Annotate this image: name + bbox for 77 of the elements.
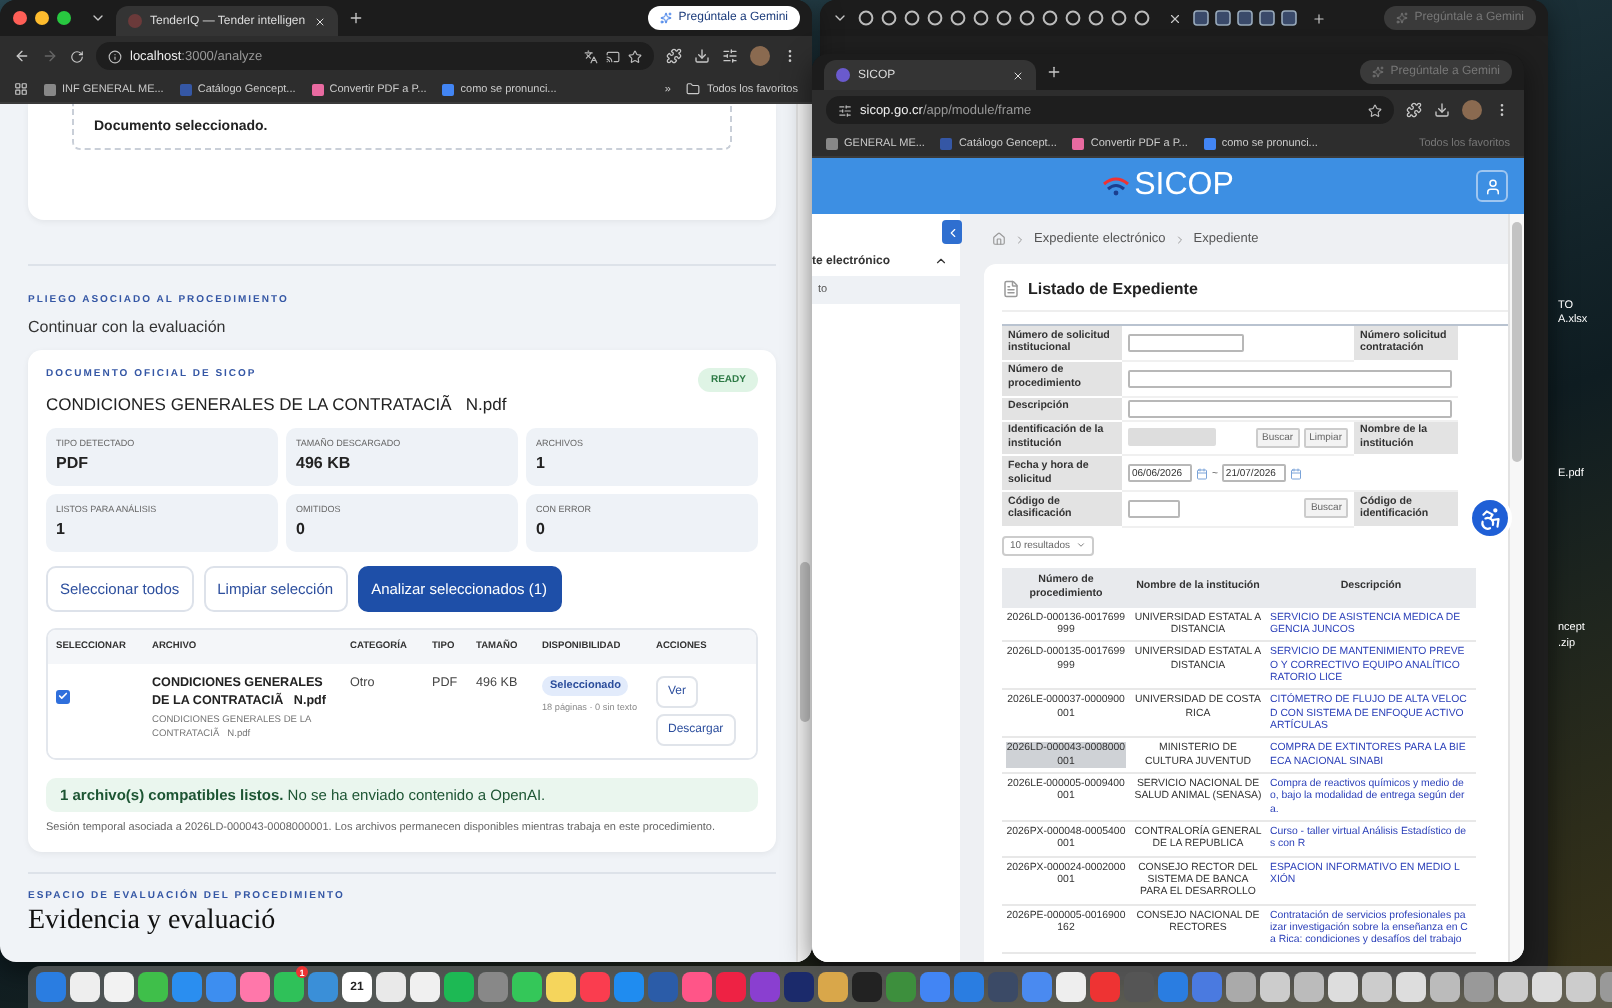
chevron-icon: [1173, 233, 1186, 245]
stat-value: 0: [536, 520, 547, 538]
site-logo: SICOP: [1134, 168, 1234, 204]
input-field[interactable]: [1128, 369, 1452, 388]
chevron-icon: [945, 225, 959, 239]
calendar-icon[interactable]: [1289, 467, 1302, 480]
extensions-icon[interactable]: [1406, 102, 1422, 118]
app-icon[interactable]: [1498, 972, 1528, 1002]
app-icon[interactable]: [1566, 972, 1596, 1002]
checkbox[interactable]: [56, 689, 70, 703]
stat-value: 1: [56, 520, 67, 538]
person-icon: [1477, 505, 1503, 531]
calendar-icon[interactable]: [1196, 467, 1208, 480]
stat-value: 0: [296, 520, 307, 538]
scrollbar-thumb[interactable]: [1512, 222, 1522, 462]
app-icon[interactable]: [1362, 972, 1392, 1002]
close-tab-icon[interactable]: [1168, 11, 1182, 25]
reload-icon[interactable]: [70, 49, 84, 63]
forward-icon[interactable]: [42, 48, 58, 64]
stat-value: 1: [536, 454, 547, 472]
tab-favicons-drawing[interactable]: [1192, 10, 1302, 26]
app-icon[interactable]: [1532, 972, 1562, 1002]
section-subtitle: Continuar con la evaluación: [28, 318, 228, 336]
new-tab-icon[interactable]: [347, 10, 364, 26]
profile-avatar[interactable]: [750, 46, 770, 66]
app-icon[interactable]: [546, 972, 576, 1002]
chevron-icon: [1014, 233, 1026, 245]
chevron-icon[interactable]: [934, 254, 948, 268]
download-icon[interactable]: [694, 48, 710, 64]
app-icon[interactable]: [410, 972, 440, 1002]
sparkle-icon: [660, 12, 673, 24]
folder-icon: [686, 82, 701, 96]
app-icon[interactable]: [818, 972, 848, 1002]
caret-icon: [1076, 540, 1087, 551]
app-icon[interactable]: [376, 972, 406, 1002]
panel-title: Listado de Expediente: [1028, 280, 1198, 298]
stat-value: 496 KB: [296, 454, 353, 472]
app-icon[interactable]: [1396, 972, 1426, 1002]
close-icon[interactable]: [313, 15, 326, 27]
user-button[interactable]: [1476, 170, 1508, 202]
collapse-button[interactable]: [942, 220, 962, 244]
app-icon[interactable]: [138, 972, 168, 1002]
stat-value: PDF: [56, 454, 90, 472]
input-field[interactable]: [1128, 499, 1180, 518]
extensions-icon[interactable]: [666, 48, 682, 64]
app-icon[interactable]: [1328, 972, 1358, 1002]
input-field[interactable]: [1128, 399, 1452, 417]
input-field[interactable]: [1128, 333, 1244, 352]
sparkle-icon: [1396, 12, 1409, 24]
tab-list-button[interactable]: [90, 10, 106, 26]
download-icon[interactable]: [1434, 102, 1450, 118]
sparkle-icon: [1372, 66, 1385, 78]
home-icon[interactable]: [992, 232, 1006, 246]
app-icon[interactable]: [1226, 972, 1256, 1002]
app-icon[interactable]: [444, 972, 474, 1002]
app-icon[interactable]: [1260, 972, 1290, 1002]
apps-icon[interactable]: [14, 82, 28, 96]
app-icon[interactable]: [1294, 972, 1324, 1002]
sliders-icon[interactable]: [722, 48, 738, 64]
section-title: Evidencia y evaluació: [28, 906, 278, 939]
document-icon: [1002, 280, 1020, 298]
signal-arcs-icon: [1102, 176, 1131, 196]
new-tab-icon[interactable]: [1045, 64, 1062, 80]
app-icon[interactable]: [240, 972, 270, 1002]
user-icon: [1483, 177, 1501, 195]
scrollbar-thumb[interactable]: [800, 562, 810, 722]
app-icon[interactable]: [512, 972, 542, 1002]
app-icon[interactable]: [1056, 972, 1086, 1002]
app-icon[interactable]: [1430, 972, 1460, 1002]
close-icon[interactable]: [1011, 69, 1024, 81]
app-icon[interactable]: [70, 972, 100, 1002]
document-title: CONDICIONES GENERALES DE LA CONTRATACIÃ N.pdf: [46, 394, 509, 414]
back-icon[interactable]: [14, 48, 30, 64]
app-icon[interactable]: [104, 972, 134, 1002]
tab-list-button[interactable]: [832, 10, 848, 26]
profile-avatar[interactable]: [1462, 100, 1482, 120]
new-tab-icon[interactable]: [1312, 11, 1326, 25]
